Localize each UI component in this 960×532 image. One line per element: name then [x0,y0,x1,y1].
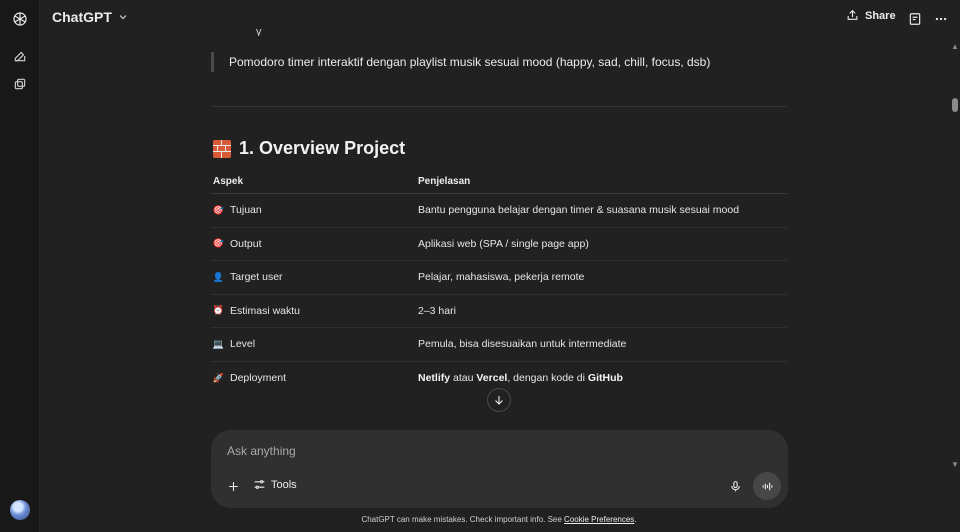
table-row: 🎯 Output Aplikasi web (SPA / single page … [211,228,787,261]
aspect-cell: Output [230,237,262,250]
scroll-up-arrow-icon[interactable]: ▲ [951,42,959,51]
canvas-icon[interactable] [906,10,924,28]
bold-vercel: Vercel [476,372,508,385]
share-button[interactable]: Share [846,9,896,22]
table-row: 👤 Target user Pelajar, mahasiswa, pekerja… [211,261,787,295]
table-row: ⏰ Estimasi waktu 2–3 hari [211,295,787,328]
target-icon: 🎯 [212,238,225,249]
aspect-cell: Tujuan [230,204,262,217]
brick-icon [213,139,231,158]
chevron-down-icon [119,15,127,20]
column-header-aspek: Aspek [213,176,244,187]
new-chat-icon[interactable] [10,46,30,66]
scroll-to-bottom-button[interactable] [487,388,511,412]
table-row: 💻 Level Pemula, bisa disesuaikan untuk in… [211,328,787,362]
arrow-down-icon [495,396,503,405]
table-row: 🎯 Tujuan Bantu pengguna belajar dengan ti… [211,194,787,228]
top-bar: ChatGPT Share [40,0,960,38]
section-heading: 1. Overview Project [213,138,405,159]
value-cell: Pelajar, mahasiswa, pekerja remote [418,271,585,284]
section-heading-text: 1. Overview Project [239,138,406,158]
aspect-cell: Estimasi waktu [230,304,301,317]
rocket-icon: 🚀 [212,372,225,383]
blockquote: Pomodoro timer interaktif dengan playlis… [211,52,771,72]
openai-logo-icon[interactable] [10,9,30,29]
value-cell: 2–3 hari [418,304,456,317]
voice-mode-button[interactable] [753,472,781,500]
table-header: Aspek Penjelasan [211,170,787,194]
alarm-clock-icon: ⏰ [212,305,225,316]
voice-waveform-icon [762,482,772,490]
clipped-text-fragment: y [256,26,262,36]
composer[interactable]: Ask anything Tools [211,430,788,508]
sliders-icon [254,480,265,489]
tools-label: Tools [271,478,297,491]
dictate-button[interactable] [727,478,743,494]
model-selector[interactable]: ChatGPT [52,9,128,25]
bold-netlify: Netlify [418,372,451,385]
tools-button[interactable]: Tools [253,478,297,491]
value-cell: Pemula, bisa disesuaikan untuk intermedi… [418,338,627,351]
technologist-icon: 💻 [212,338,225,349]
value-cell: Bantu pengguna belajar dengan timer & su… [418,204,740,217]
aspect-cell: Deployment [230,372,287,385]
attach-button[interactable] [225,478,241,494]
app-title: ChatGPT [52,9,112,25]
share-icon [847,9,858,20]
sidebar-rail [0,0,40,532]
scrollbar-thumb[interactable] [952,98,958,112]
aspect-cell: Level [230,338,256,351]
plus-icon [228,481,238,491]
bold-github: GitHub [587,372,623,385]
disclaimer-footer: ChatGPT can make mistakes. Check importa… [361,515,637,524]
value-cell: Netlify atau Vercel, dengan kode di GitH… [418,372,623,385]
user-icon: 👤 [212,271,225,282]
divider [211,106,787,107]
scrollbar[interactable]: ▲ ▼ [950,38,960,469]
more-options-icon[interactable] [932,10,950,28]
microphone-icon [730,480,740,491]
column-header-penjelasan: Penjelasan [418,176,471,187]
cookie-preferences-link[interactable]: Cookie Preferences [564,515,634,524]
scroll-down-arrow-icon[interactable]: ▼ [951,460,959,469]
library-icon[interactable] [10,74,30,94]
aspect-cell: Target user [230,271,283,284]
value-cell: Aplikasi web (SPA / single page app) [418,237,589,250]
overview-table: Aspek Penjelasan 🎯 Tujuan Bantu pengguna … [211,170,787,395]
target-icon: 🎯 [212,204,225,215]
prompt-input[interactable]: Ask anything [227,444,296,458]
share-label: Share [865,9,896,22]
